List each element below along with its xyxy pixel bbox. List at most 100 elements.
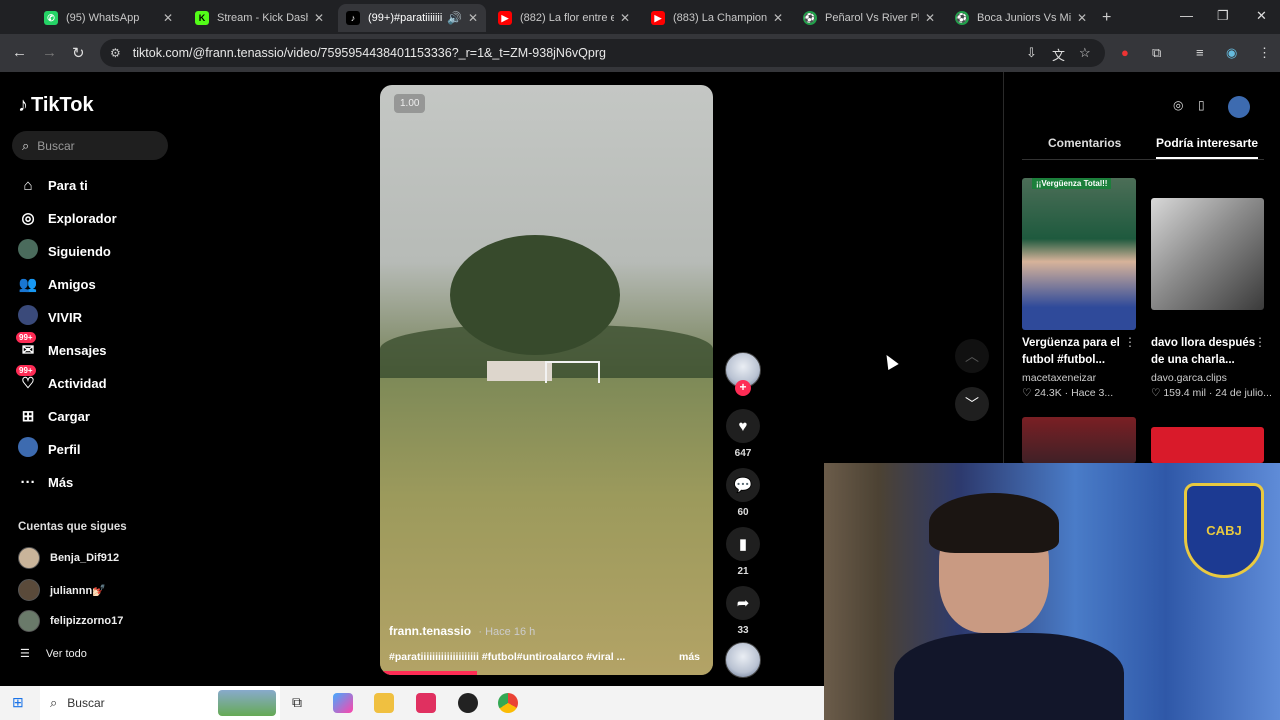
follow-plus-icon[interactable]: + [735,380,751,396]
video-progress-bar[interactable] [380,671,477,675]
previous-video-button[interactable]: ︿ [955,339,989,373]
reload-icon[interactable]: ↻ [72,44,85,62]
extensions-puzzle-icon[interactable]: ⧉ [1152,45,1161,61]
tab-whatsapp[interactable]: ✆ (95) WhatsApp ✕ [36,4,181,32]
streamer-body [894,633,1124,720]
tab-kick[interactable]: K Stream - Kick Dashbo ✕ [187,4,332,32]
music-avatar[interactable] [725,642,761,678]
recommended-title[interactable]: davo llora después de una charla... [1151,335,1256,369]
video-author[interactable]: frann.tenassio · Hace 16 h [389,624,535,638]
nav-vivir[interactable]: VIVIR [18,305,82,328]
close-icon[interactable]: ✕ [163,11,173,25]
translate-icon[interactable]: 文 [1052,45,1065,64]
minimize-icon[interactable]: — [1180,8,1193,23]
webcam-overlay: CABJ [824,463,1280,720]
tab-tiktok[interactable]: ♪ (99+)#paratiiiiiii 🔊 ✕ [338,4,486,32]
recommended-author[interactable]: macetaxeneizar [1022,372,1096,384]
nav-actividad[interactable]: ♡ 99+ Actividad [16,365,107,394]
windows-taskbar: ⊞ ⌕ Buscar ⧉ [0,686,824,720]
recommended-thumbnail[interactable] [1151,427,1264,463]
save-action[interactable]: ▮ 21 [725,527,761,577]
tab-soccer-1[interactable]: ⚽ Peñarol Vs River Plat ✕ [795,4,943,32]
extension-icon[interactable]: ● [1121,45,1129,60]
nav-siguiendo[interactable]: Siguiendo [18,239,111,262]
media-icon[interactable]: ≡ [1196,45,1204,60]
address-bar[interactable]: ⚙ tiktok.com/@frann.tenassio/video/75959… [100,39,1105,67]
search-highlight-image [218,690,276,716]
search-input[interactable]: ⌕ Buscar [12,131,168,160]
video-player[interactable]: 1.00 frann.tenassio · Hace 16 h #paratii… [380,85,713,675]
recommended-author[interactable]: davo.garca.clips [1151,372,1227,384]
tab-youtube-1[interactable]: ▶ (882) La flor entre el ✕ [490,4,638,32]
speaker-icon[interactable]: 🔊 [447,11,462,25]
compass-icon[interactable]: ◎ [1173,98,1183,112]
tab-recommended[interactable]: Podría interesarte [1156,136,1259,159]
following-account[interactable]: juliannn💅🏻 [18,579,106,601]
recommended-thumbnail[interactable]: ¡¡Vergüenza Total!! [1022,178,1136,330]
see-all-link[interactable]: ☰ Ver todo [20,647,87,661]
nav-cargar[interactable]: ⊞ Cargar [18,405,90,427]
chevron-up-icon: ︿ [965,348,979,364]
bookmark-star-icon[interactable]: ☆ [1079,45,1091,61]
following-account[interactable]: felipizzorno17 [18,610,123,632]
recommended-thumbnail[interactable] [1151,198,1264,310]
following-account[interactable]: Benja_Dif912 [18,547,119,569]
search-icon: ⌕ [22,137,30,153]
close-icon[interactable]: ✕ [1077,11,1087,25]
site-info-icon[interactable]: ⚙ [110,46,121,60]
comment-action[interactable]: 💬 60 [725,468,761,518]
close-icon[interactable]: ✕ [468,11,478,25]
back-icon[interactable]: ← [12,44,27,61]
nav-mensajes[interactable]: ✉ 99+ Mensajes [16,332,107,361]
app-icon[interactable] [416,693,436,713]
tab-soccer-2[interactable]: ⚽ Boca Juniors Vs Mill ✕ [947,4,1095,32]
share-action[interactable]: ➦ 33 [725,586,761,636]
video-caption: #paratiiiiiiiiiiiiiiiiiiii #futbol#untir… [389,651,626,663]
install-icon[interactable]: ⇩ [1026,45,1037,61]
windows-start-icon[interactable]: ⊞ [12,694,24,711]
tiktok-logo[interactable]: ♪ TikTok [18,94,94,117]
logo-text: TikTok [31,94,94,116]
obs-icon[interactable] [458,693,478,713]
avatar [18,610,40,632]
profile-icon[interactable]: ◉ [1226,45,1237,61]
tiktok-icon: ♪ [18,94,28,116]
avatar [18,547,40,569]
user-avatar[interactable] [1228,96,1250,118]
playback-speed-button[interactable]: 1.00 [394,94,426,113]
chrome-icon[interactable] [498,693,518,713]
nav-explorador[interactable]: ◎ Explorador [18,207,116,229]
close-icon[interactable]: ✕ [773,11,783,25]
menu-icon[interactable]: ⋮ [1258,45,1271,61]
more-options-icon[interactable]: ⋮ [1254,335,1266,349]
maximize-icon[interactable]: ❐ [1217,8,1229,24]
next-video-button[interactable]: ﹀ [955,387,989,421]
close-icon[interactable]: ✕ [620,11,630,25]
task-view-icon[interactable]: ⧉ [292,694,302,711]
nav-perfil[interactable]: Perfil [18,437,81,460]
tab-comments[interactable]: Comentarios [1048,136,1121,150]
tab-youtube-2[interactable]: ▶ (883) La Champions ✕ [643,4,791,32]
caption-more-link[interactable]: más [679,651,700,663]
device-icon[interactable]: ▯ [1198,98,1205,112]
copilot-icon[interactable] [333,693,353,713]
nav-mas[interactable]: ··· Más [18,471,74,493]
nav-para-ti[interactable]: ⌂ Para ti [18,174,87,196]
close-icon[interactable]: ✕ [314,11,324,25]
close-icon[interactable]: ✕ [925,11,935,25]
post-time: Hace 16 h [485,626,536,638]
file-explorer-icon[interactable] [374,693,394,713]
more-options-icon[interactable]: ⋮ [1124,335,1136,349]
window-close-icon[interactable]: ✕ [1256,8,1267,24]
avatar [18,579,40,601]
nav-amigos[interactable]: 👥 Amigos [18,273,96,295]
author-name: frann.tenassio [389,624,472,638]
recommended-thumbnail[interactable] [1022,417,1136,463]
nav-label: Amigos [48,276,96,292]
youtube-icon: ▶ [651,11,665,25]
new-tab-icon[interactable]: + [1102,9,1111,27]
like-action[interactable]: ♥ 647 [725,409,761,459]
mouse-cursor [881,351,899,371]
forward-icon[interactable]: → [42,44,57,61]
recommended-title[interactable]: Vergüenza para el futbol #futbol... [1022,335,1127,369]
